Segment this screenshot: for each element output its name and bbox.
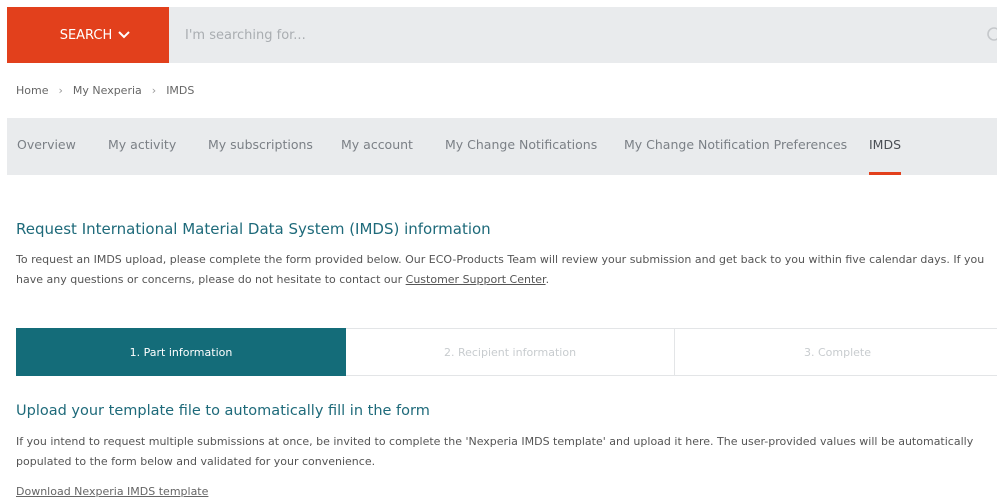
account-tabs: Overview My activity My subscriptions My… xyxy=(7,118,997,175)
search-icon[interactable] xyxy=(985,25,997,45)
chevron-down-icon xyxy=(118,31,131,39)
active-tab-indicator xyxy=(869,172,901,175)
tab-my-account[interactable]: My account xyxy=(341,118,413,175)
search-button-label: SEARCH xyxy=(59,27,113,43)
search-button[interactable]: SEARCH xyxy=(7,7,169,63)
customer-support-link[interactable]: Customer Support Center xyxy=(406,273,546,286)
intro-text: To request an IMDS upload, please comple… xyxy=(16,250,997,290)
tab-my-subscriptions[interactable]: My subscriptions xyxy=(208,118,313,175)
breadcrumb: Home › My Nexperia › IMDS xyxy=(16,84,194,97)
step-part-information[interactable]: 1. Part information xyxy=(16,328,346,376)
breadcrumb-my-nexperia[interactable]: My Nexperia xyxy=(73,84,142,97)
upload-title: Upload your template file to automatical… xyxy=(16,403,430,419)
tab-my-change-notification-preferences[interactable]: My Change Notification Preferences xyxy=(624,118,847,175)
step-complete[interactable]: 3. Complete xyxy=(675,328,997,376)
breadcrumb-imds: IMDS xyxy=(166,84,195,97)
breadcrumb-home[interactable]: Home xyxy=(16,84,48,97)
form-steps: 1. Part information 2. Recipient informa… xyxy=(16,328,997,376)
tab-imds[interactable]: IMDS xyxy=(869,118,901,175)
step-recipient-information[interactable]: 2. Recipient information xyxy=(346,328,675,376)
tab-imds-label: IMDS xyxy=(869,137,902,152)
tab-overview[interactable]: Overview xyxy=(17,118,76,175)
tab-my-activity[interactable]: My activity xyxy=(108,118,176,175)
chevron-right-icon: › xyxy=(58,84,63,97)
chevron-right-icon: › xyxy=(151,84,157,97)
intro-end: . xyxy=(545,273,550,286)
upload-description: If you intend to request multiple submis… xyxy=(16,435,974,468)
download-template-link[interactable]: Download Nexperia IMDS template xyxy=(16,485,208,498)
tab-my-change-notifications[interactable]: My Change Notifications xyxy=(445,118,597,175)
page-title: Request International Material Data Syst… xyxy=(16,220,491,238)
search-input[interactable] xyxy=(169,7,979,63)
search-bar: SEARCH xyxy=(7,7,997,63)
